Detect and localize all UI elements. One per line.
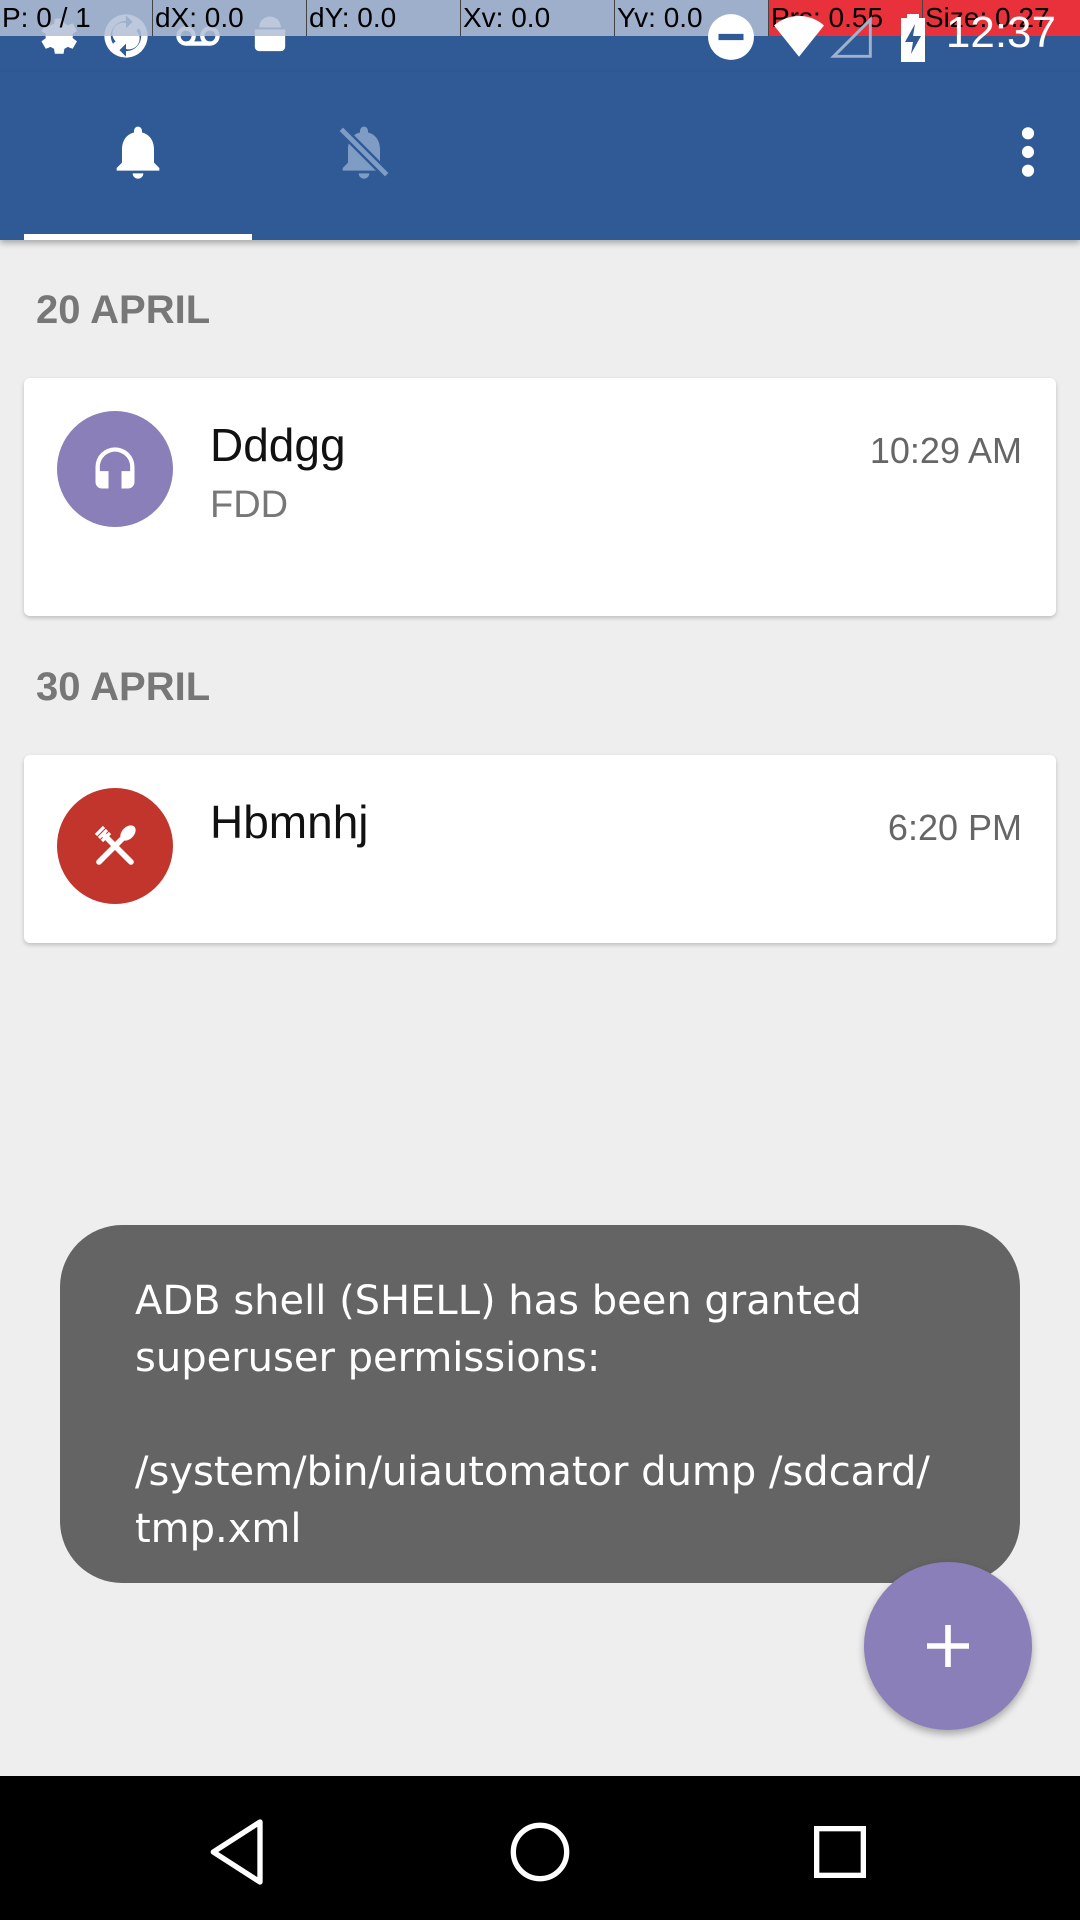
app-bar [0,72,1080,240]
date-header: 20 APRIL [36,288,211,332]
date-header: 30 APRIL [36,665,211,709]
more-vertical-icon [1021,127,1035,177]
notification-title: Hbmnhj [210,796,369,848]
notification-title: Dddgg [210,419,346,471]
do-not-disturb-icon [708,14,754,60]
tab-dismissed-notifications[interactable] [252,72,480,240]
signal-icon [830,16,872,58]
bell-off-icon [336,124,392,180]
recents-icon [814,1826,866,1878]
back-icon [210,1819,263,1885]
battery-charging-icon [901,14,925,62]
notification-card[interactable]: Hbmnhj 6:20 PM [24,755,1056,943]
add-button[interactable] [864,1562,1032,1730]
recents-button[interactable] [800,1812,880,1892]
headphones-icon [95,447,135,489]
notification-subtitle: FDD [210,484,289,526]
status-bar: P: 0 / 1 dX: 0.0 dY: 0.0 Xv: 0.0 Yv: 0.0… [0,0,1080,72]
navigation-bar [0,1776,1080,1920]
plus-icon [927,1625,969,1667]
bell-icon [116,126,160,179]
overflow-menu-button[interactable] [992,112,1064,192]
avatar [57,788,173,904]
debug-dx: dX: 0.0 [155,2,244,33]
tab-active-notifications[interactable] [24,72,252,240]
restaurant-icon [94,825,136,865]
notification-card[interactable]: Dddgg FDD 10:29 AM [24,378,1056,616]
wifi-icon [774,16,824,57]
toast-message: ADB shell (SHELL) has been granted super… [60,1225,1020,1583]
home-button[interactable] [500,1812,580,1892]
debug-dy: dY: 0.0 [309,2,397,33]
avatar [57,411,173,527]
status-time: 12:37 [945,8,1056,57]
debug-xv: Xv: 0.0 [463,2,551,33]
back-button[interactable] [200,1812,280,1892]
debug-pointer: P: 0 / 1 [2,2,91,33]
home-icon [510,1822,570,1882]
notification-time: 6:20 PM [887,807,1022,848]
notification-time: 10:29 AM [869,430,1022,471]
tab-indicator [24,234,252,240]
